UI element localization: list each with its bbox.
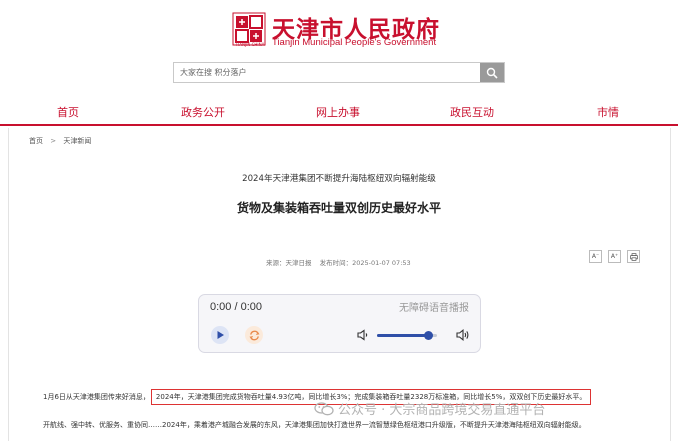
site-title-english: Tianjin Municipal People's Government [272, 37, 437, 48]
site-header: TIANJIN CHINA 天津市人民政府 Tianjin Municipal … [0, 0, 678, 128]
breadcrumb-home[interactable]: 首页 [29, 137, 43, 145]
emblem-caption: TIANJIN CHINA [235, 42, 265, 47]
article-paragraph-2: 开航线、强中转、优服务、重协同……2024年，乘着港产城融合发展的东风，天津港集… [43, 421, 586, 429]
volume-handle[interactable] [424, 331, 433, 340]
nav-item-home[interactable]: 首页 [57, 104, 79, 120]
printer-icon [629, 252, 638, 261]
article-source: 来源：天津日报 [266, 259, 312, 267]
print-button[interactable] [627, 250, 640, 263]
paragraph-1-lead: 1月6日从天津港集团传来好消息， [43, 393, 150, 401]
nav-item-city-info[interactable]: 市情 [597, 104, 619, 120]
article-title: 货物及集装箱吞吐量双创历史最好水平 [236, 201, 441, 215]
government-emblem-icon[interactable] [232, 12, 266, 46]
breadcrumb-separator: > [50, 137, 57, 145]
nav-item-online-service[interactable]: 网上办事 [316, 104, 360, 120]
article-subtitle: 2024年天津港集团不断提升海陆枢纽双向辐射能级 [242, 174, 436, 184]
font-decrease-button[interactable]: A⁻ [589, 250, 602, 263]
article-meta: 来源：天津日报 发布时间：2025-01-07 07:53 [266, 257, 417, 267]
search-bar [173, 62, 505, 83]
audio-time: 0:00 / 0:00 [210, 301, 262, 313]
audio-label: 无障碍语音播报 [399, 303, 469, 314]
search-input[interactable] [174, 63, 482, 82]
main-nav: 首页 政务公开 网上办事 政民互动 市情 [0, 104, 678, 122]
audio-player: 0:00 / 0:00 无障碍语音播报 [198, 294, 481, 353]
watermark-text: 公众号 · 大宗商品跨境交易直通平台 [338, 403, 546, 418]
search-icon [486, 67, 498, 79]
breadcrumb-tianjin-news[interactable]: 天津新闻 [63, 137, 91, 145]
breadcrumb: 首页 > 天津新闻 [29, 136, 96, 146]
nav-item-interaction[interactable]: 政民互动 [450, 104, 494, 120]
play-button[interactable] [211, 326, 229, 344]
volume-up-icon[interactable] [456, 328, 470, 342]
loop-button[interactable] [245, 326, 263, 344]
volume-slider[interactable] [377, 331, 437, 340]
article-publish-time: 发布时间：2025-01-07 07:53 [319, 259, 411, 267]
watermark: 公众号 · 大宗商品跨境交易直通平台 [314, 399, 545, 418]
nav-item-gov-affairs[interactable]: 政务公开 [181, 104, 225, 120]
nav-divider [0, 124, 678, 126]
search-button[interactable] [480, 63, 504, 82]
loop-icon [248, 330, 260, 340]
wechat-icon [314, 401, 334, 415]
font-increase-button[interactable]: A⁺ [608, 250, 621, 263]
volume-down-icon[interactable] [357, 329, 369, 341]
play-icon [217, 331, 224, 339]
volume-level [377, 334, 428, 337]
